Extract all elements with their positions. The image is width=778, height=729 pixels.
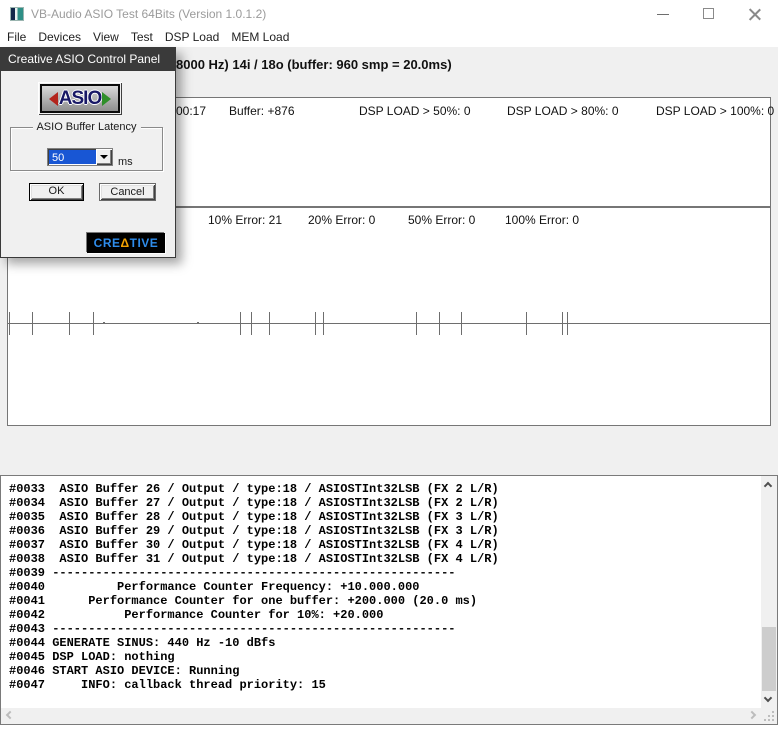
- error-event-dot: [197, 322, 199, 324]
- close-button[interactable]: [732, 0, 778, 28]
- log-line: #0037 ASIO Buffer 30 / Output / type:18 …: [9, 538, 499, 552]
- creative-asio-dialog: Creative ASIO Control Panel ASIO ASIO Bu…: [0, 47, 176, 258]
- minimize-icon: [657, 14, 669, 15]
- buffer-counter: Buffer: +876: [229, 104, 295, 118]
- log-line: #0038 ASIO Buffer 31 / Output / type:18 …: [9, 552, 499, 566]
- log-line: #0033 ASIO Buffer 26 / Output / type:18 …: [9, 482, 499, 496]
- log-line: #0036 ASIO Buffer 29 / Output / type:18 …: [9, 524, 499, 538]
- dsp-load-80: DSP LOAD > 80%: 0: [507, 104, 619, 118]
- chevron-up-icon: [763, 481, 773, 491]
- timeline-axis: [8, 323, 770, 324]
- error-event-tick: [323, 312, 324, 335]
- dropdown-arrow-icon: [100, 155, 108, 159]
- scroll-left-button[interactable]: [1, 708, 17, 724]
- vertical-scroll-thumb[interactable]: [762, 627, 776, 691]
- error-event-tick: [461, 312, 462, 335]
- error-event-tick: [526, 312, 527, 335]
- scroll-up-button[interactable]: [761, 477, 777, 493]
- error-event-tick: [251, 312, 252, 335]
- dialog-title: Creative ASIO Control Panel: [8, 52, 161, 66]
- log-console[interactable]: #0033 ASIO Buffer 26 / Output / type:18 …: [0, 475, 778, 725]
- close-icon: [749, 8, 761, 20]
- log-text: #0033 ASIO Buffer 26 / Output / type:18 …: [1, 476, 761, 708]
- latency-value: 50: [49, 150, 96, 164]
- creative-logo-triangle: Δ: [120, 236, 130, 250]
- title-bar: VB-Audio ASIO Test 64Bits (Version 1.0.1…: [0, 0, 778, 28]
- log-line: #0035 ASIO Buffer 28 / Output / type:18 …: [9, 510, 499, 524]
- device-format-line: 8000 Hz) 14i / 18o (buffer: 960 smp = 20…: [176, 57, 452, 72]
- latency-combobox[interactable]: 50: [47, 148, 113, 166]
- vertical-scrollbar[interactable]: [761, 476, 777, 709]
- scroll-right-button[interactable]: [746, 708, 762, 724]
- error-event-tick: [9, 312, 10, 335]
- error-event-tick: [69, 312, 70, 335]
- dsp-load-100: DSP LOAD > 100%: 0: [656, 104, 775, 118]
- error-event-tick: [32, 312, 33, 335]
- menu-item-devices[interactable]: Devices: [32, 28, 87, 47]
- log-line: #0042 Performance Counter for 10%: +20.0…: [9, 608, 384, 622]
- cancel-button[interactable]: Cancel: [99, 183, 156, 201]
- ok-button[interactable]: OK: [29, 183, 84, 201]
- error-event-tick: [416, 312, 417, 335]
- log-line: #0034 ASIO Buffer 27 / Output / type:18 …: [9, 496, 499, 510]
- maximize-icon: [703, 8, 714, 19]
- log-line: #0040 Performance Counter Frequency: +10…: [9, 580, 420, 594]
- minimize-button[interactable]: [640, 0, 686, 28]
- log-line: #0039 ----------------------------------…: [9, 566, 456, 580]
- asio-logo-text: ASIO: [58, 87, 102, 109]
- log-line: #0044 GENERATE SINUS: 440 Hz -10 dBfs: [9, 636, 276, 650]
- menu-item-dsp-load[interactable]: DSP Load: [159, 28, 226, 47]
- log-line: #0041 Performance Counter for one buffer…: [9, 594, 478, 608]
- log-line: #0046 START ASIO DEVICE: Running: [9, 664, 240, 678]
- error-event-tick: [567, 312, 568, 335]
- chevron-down-icon: [763, 693, 773, 703]
- error-event-tick: [562, 312, 563, 335]
- ms-unit-label: ms: [118, 156, 133, 168]
- error-event-tick: [315, 312, 316, 335]
- error-100-counter: 100% Error: 0: [505, 213, 580, 227]
- asio-logo-right-arrow-icon: [102, 91, 112, 106]
- log-line: #0045 DSP LOAD: nothing: [9, 650, 175, 664]
- error-event-tick: [240, 312, 241, 335]
- horizontal-scrollbar[interactable]: [1, 708, 762, 724]
- menu-bar: File Devices View Test DSP Load MEM Load: [0, 28, 778, 47]
- asio-logo: ASIO: [38, 82, 122, 115]
- error-20-counter: 20% Error: 0: [308, 213, 376, 227]
- error-10-counter: 10% Error: 21: [208, 213, 283, 227]
- error-event-dot: [103, 322, 105, 324]
- buffer-latency-label: ASIO Buffer Latency: [32, 121, 141, 133]
- resize-grip[interactable]: [761, 708, 777, 724]
- error-event-tick: [439, 312, 440, 335]
- menu-item-mem-load[interactable]: MEM Load: [225, 28, 295, 47]
- creative-logo: CREΔTIVE: [87, 233, 165, 253]
- menu-item-test[interactable]: Test: [125, 28, 159, 47]
- error-50-counter: 50% Error: 0: [408, 213, 476, 227]
- asio-logo-left-arrow-icon: [48, 91, 58, 106]
- chevron-right-icon: [747, 710, 757, 720]
- menu-item-view[interactable]: View: [87, 28, 125, 47]
- error-event-tick: [93, 312, 94, 335]
- dialog-title-bar[interactable]: Creative ASIO Control Panel: [1, 48, 175, 71]
- maximize-button[interactable]: [686, 0, 732, 28]
- dsp-load-50: DSP LOAD > 50%: 0: [359, 104, 471, 118]
- log-line: #0043 ----------------------------------…: [9, 622, 456, 636]
- log-line: #0047 INFO: callback thread priority: 15: [9, 678, 326, 692]
- chevron-left-icon: [5, 710, 15, 720]
- menu-item-file[interactable]: File: [1, 28, 32, 47]
- elapsed-time: 00:17: [176, 104, 207, 118]
- app-icon: [10, 7, 24, 21]
- error-event-tick: [269, 312, 270, 335]
- combobox-dropdown-button[interactable]: [96, 149, 112, 165]
- window-title: VB-Audio ASIO Test 64Bits (Version 1.0.1…: [31, 7, 267, 21]
- resize-grip-icon: [764, 711, 774, 721]
- app-window: { "window": { "title": "VB-Audio ASIO Te…: [0, 0, 778, 725]
- scroll-down-button[interactable]: [761, 692, 777, 708]
